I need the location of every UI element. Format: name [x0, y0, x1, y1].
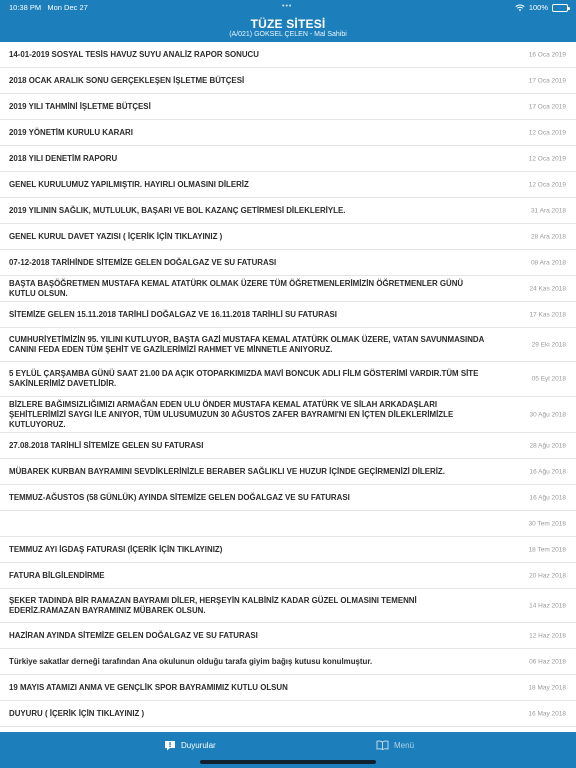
- announcement-date: 30 Ağu 2018: [529, 411, 566, 418]
- announcement-list[interactable]: 14-01-2019 SOSYAL TESİS HAVUZ SUYU ANALİ…: [0, 42, 576, 732]
- list-item[interactable]: 2019 YILI TAHMİNİ İŞLETME BÜTÇESİ 17 Oca …: [0, 94, 576, 120]
- announcement-title: MÜBAREK KURBAN BAYRAMINI SEVDİKLERİNİZLE…: [9, 466, 445, 476]
- top-bar: 10:38 PM Mon Dec 27 ••• 100% TÜZE SİTESİ…: [0, 0, 576, 42]
- list-item[interactable]: 5 EYLÜL ÇARŞAMBA GÜNÜ SAAT 21.00 DA AÇIK…: [0, 362, 576, 397]
- list-item[interactable]: 19 MAYIS ATAMIZI ANMA VE GENÇLİK SPOR BA…: [0, 675, 576, 701]
- announcement-title: TEMMUZ AYI İGDAŞ FATURASI (İÇERİK İÇİN T…: [9, 544, 223, 554]
- list-item[interactable]: GENEL KURULUMUZ YAPILMIŞTIR. HAYIRLI OLM…: [0, 172, 576, 198]
- battery-icon: [552, 3, 570, 12]
- announcement-date: 28 Ağu 2018: [529, 442, 566, 449]
- list-item[interactable]: SİTEMİZE GELEN 15.11.2018 TARİHLİ DOĞALG…: [0, 302, 576, 328]
- announcement-title: TEMMUZ-AĞUSTOS (58 GÜNLÜK) AYINDA SİTEMİ…: [9, 492, 350, 502]
- announcement-title: CUMHURİYETİMİZİN 95. YILINI KUTLUYOR, BA…: [9, 334, 485, 354]
- announcement-title: GENEL KURULUMUZ YAPILMIŞTIR. HAYIRLI OLM…: [9, 179, 249, 189]
- list-item[interactable]: TEMMUZ-AĞUSTOS (58 GÜNLÜK) AYINDA SİTEMİ…: [0, 485, 576, 511]
- announcement-title: DUYURU ( İÇERİK İÇİN TIKLAYINIZ ): [9, 708, 145, 718]
- announcement-date: 14 Haz 2018: [529, 602, 566, 609]
- announcement-date: 16 May 2018: [528, 710, 566, 717]
- announcement-date: 17 Oca 2019: [528, 77, 566, 84]
- announcement-date: 16 Ağu 2018: [529, 468, 566, 475]
- announcement-title: Türkiye sakatlar derneği tarafından Ana …: [9, 656, 373, 666]
- tab-duyurular-label: Duyurular: [181, 741, 216, 750]
- announcement-date: 31 Ara 2018: [530, 207, 566, 214]
- announcement-date: 17 Kas 2018: [529, 311, 566, 318]
- list-item[interactable]: 2018 YILI DENETİM RAPORU 12 Oca 2019: [0, 146, 576, 172]
- announcement-title: 19 MAYIS ATAMIZI ANMA VE GENÇLİK SPOR BA…: [9, 682, 288, 692]
- announcement-title: FATURA BİLGİLENDİRME: [9, 570, 105, 580]
- list-item[interactable]: 07-12-2018 TARİHİNDE SİTEMİZE GELEN DOĞA…: [0, 250, 576, 276]
- list-item[interactable]: BİZLERE BAĞIMSIZLIĞIMIZI ARMAĞAN EDEN UL…: [0, 397, 576, 433]
- announcement-date: 18 May 2018: [528, 684, 566, 691]
- announcement-date: 12 Oca 2019: [528, 181, 566, 188]
- home-indicator: [200, 760, 376, 764]
- announcement-title: BİZLERE BAĞIMSIZLIĞIMIZI ARMAĞAN EDEN UL…: [9, 399, 454, 429]
- wifi-icon: [515, 4, 525, 11]
- announcement-date: 24 Kas 2018: [529, 285, 566, 292]
- megaphone-icon: [165, 741, 175, 751]
- list-item[interactable]: 30 Tem 2018: [0, 511, 576, 537]
- announcement-date: 06 Haz 2018: [529, 658, 566, 665]
- announcement-date: 30 Tem 2018: [528, 520, 566, 527]
- list-item[interactable]: 2018 OCAK ARALIK SONU GERÇEKLEŞEN İŞLETM…: [0, 68, 576, 94]
- announcement-date: 28 Ara 2018: [530, 233, 566, 240]
- announcement-date: 17 Oca 2019: [528, 103, 566, 110]
- announcement-title: 2019 YÖNETİM KURULU KARARI: [9, 127, 133, 137]
- announcement-title: 2018 OCAK ARALIK SONU GERÇEKLEŞEN İŞLETM…: [9, 75, 245, 85]
- announcement-date: 29 Eki 2018: [531, 341, 566, 348]
- announcement-date: 16 Ağu 2018: [529, 494, 566, 501]
- announcement-title: 2019 YILININ SAĞLIK, MUTLULUK, BAŞARI VE…: [9, 205, 346, 215]
- announcement-title: BAŞTA BAŞÖĞRETMEN MUSTAFA KEMAL ATATÜRK …: [9, 278, 464, 298]
- battery-percent: 100%: [528, 3, 548, 12]
- list-item[interactable]: CUMHURİYETİMİZİN 95. YILINI KUTLUYOR, BA…: [0, 328, 576, 362]
- announcement-date: 16 Oca 2019: [528, 51, 566, 58]
- list-item[interactable]: 27.08.2018 TARİHLİ SİTEMİZE GELEN SU FAT…: [0, 433, 576, 459]
- list-item[interactable]: GENEL KURUL DAVET YAZISI ( İÇERİK İÇİN T…: [0, 224, 576, 250]
- list-item[interactable]: 14-01-2019 SOSYAL TESİS HAVUZ SUYU ANALİ…: [0, 42, 576, 68]
- announcement-date: 12 Oca 2019: [528, 129, 566, 136]
- status-indicators: 100%: [515, 3, 570, 12]
- status-time: 10:38 PM Mon Dec 27: [9, 3, 88, 12]
- list-item[interactable]: MÜBAREK KURBAN BAYRAMINI SEVDİKLERİNİZLE…: [0, 459, 576, 485]
- tab-menu[interactable]: Menü: [376, 740, 414, 750]
- list-item[interactable]: FATURA BİLGİLENDİRME 20 Haz 2018: [0, 563, 576, 589]
- announcement-title: 5 EYLÜL ÇARŞAMBA GÜNÜ SAAT 21.00 DA AÇIK…: [9, 369, 479, 388]
- announcement-title: 2019 YILI TAHMİNİ İŞLETME BÜTÇESİ: [9, 101, 151, 111]
- announcement-date: 18 Tem 2018: [528, 546, 566, 553]
- page-subtitle: (A/021) GÖKSEL ÇELEN - Mal Sahibi: [229, 31, 347, 38]
- tab-menu-label: Menü: [394, 740, 415, 750]
- announcement-title: 14-01-2019 SOSYAL TESİS HAVUZ SUYU ANALİ…: [9, 49, 259, 59]
- book-icon: [376, 740, 389, 750]
- list-item[interactable]: BAŞTA BAŞÖĞRETMEN MUSTAFA KEMAL ATATÜRK …: [0, 276, 576, 302]
- announcement-title: 27.08.2018 TARİHLİ SİTEMİZE GELEN SU FAT…: [9, 440, 204, 450]
- list-item[interactable]: DUYURU ( İÇERİK İÇİN TIKLAYINIZ ) 16 May …: [0, 701, 576, 727]
- tab-duyurular[interactable]: Duyurular: [164, 740, 216, 751]
- list-item[interactable]: 2019 YÖNETİM KURULU KARARI 12 Oca 2019: [0, 120, 576, 146]
- multitasking-dots: •••: [282, 3, 293, 10]
- announcement-title: ŞEKER TADINDA BİR RAMAZAN BAYRAMI DİLER,…: [9, 595, 417, 615]
- list-item[interactable]: Türkiye sakatlar derneği tarafından Ana …: [0, 649, 576, 675]
- list-item[interactable]: HAZİRAN AYINDA SİTEMİZE GELEN DOĞALGAZ V…: [0, 623, 576, 649]
- announcement-date: 20 Haz 2018: [529, 572, 566, 579]
- announcement-date: 12 Haz 2018: [529, 632, 566, 639]
- announcement-title: 07-12-2018 TARİHİNDE SİTEMİZE GELEN DOĞA…: [9, 257, 277, 267]
- status-bar: 10:38 PM Mon Dec 27 ••• 100%: [0, 0, 576, 13]
- announcement-date: 05 Eyl 2018: [531, 375, 566, 383]
- announcement-title: SİTEMİZE GELEN 15.11.2018 TARİHLİ DOĞALG…: [9, 309, 337, 319]
- list-item[interactable]: ŞEKER TADINDA BİR RAMAZAN BAYRAMI DİLER,…: [0, 589, 576, 623]
- announcement-date: 12 Oca 2019: [528, 155, 566, 162]
- announcement-title: 2018 YILI DENETİM RAPORU: [9, 153, 118, 163]
- list-item[interactable]: 2019 YILININ SAĞLIK, MUTLULUK, BAŞARI VE…: [0, 198, 576, 224]
- announcement-title: HAZİRAN AYINDA SİTEMİZE GELEN DOĞALGAZ V…: [9, 630, 258, 640]
- announcement-title: GENEL KURUL DAVET YAZISI ( İÇERİK İÇİN T…: [9, 231, 223, 241]
- announcement-date: 08 Ara 2018: [530, 259, 566, 266]
- page-title: TÜZE SİTESİ: [250, 17, 326, 31]
- list-item[interactable]: TEMMUZ AYI İGDAŞ FATURASI (İÇERİK İÇİN T…: [0, 537, 576, 563]
